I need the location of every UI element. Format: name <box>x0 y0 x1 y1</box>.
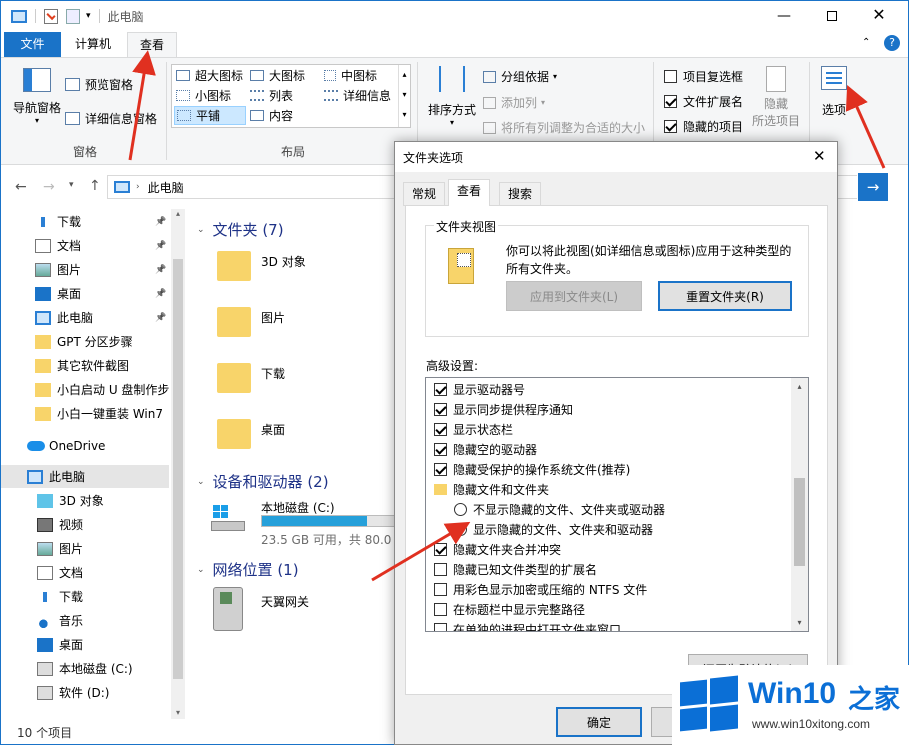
arrow-to-show-hidden <box>371 521 471 582</box>
arrow-to-options <box>845 85 886 169</box>
watermark: Win10 之家 www.win10xitong.com <box>672 665 909 745</box>
watermark-url: www.win10xitong.com <box>752 717 871 731</box>
watermark-brand: Win10 <box>748 677 837 710</box>
windows-logo-icon <box>680 675 738 733</box>
watermark-suffix: 之家 <box>848 685 901 715</box>
annotation-arrows <box>128 50 886 582</box>
dialog-tab-view[interactable]: 查看 <box>448 179 491 206</box>
arrow-to-view-tab <box>128 50 156 161</box>
